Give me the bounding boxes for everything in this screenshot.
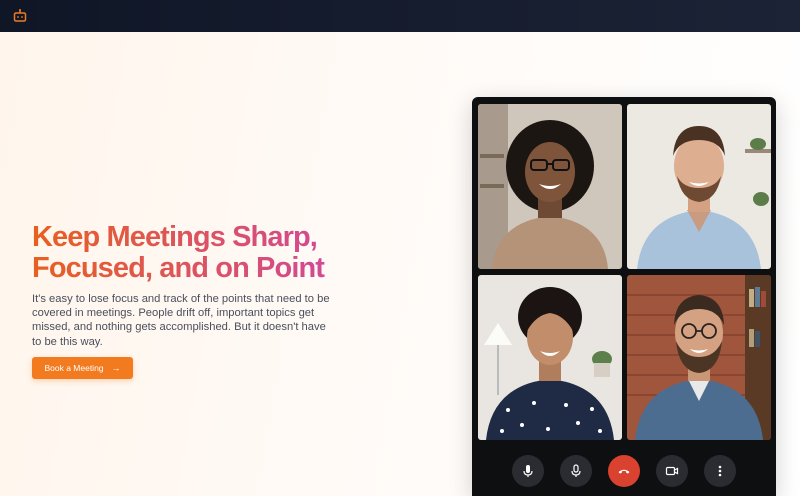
hero-headline: Keep Meetings Sharp, Focused, and on Poi… (32, 222, 342, 284)
more-options-button[interactable] (704, 455, 736, 487)
microphone-icon (523, 465, 533, 477)
top-navigation-bar (0, 0, 800, 32)
hero-description: It's easy to lose focus and track of the… (32, 293, 330, 348)
mute-button[interactable] (512, 455, 544, 487)
microphone-button[interactable] (560, 455, 592, 487)
camera-icon (665, 466, 679, 476)
hero-section: Keep Meetings Sharp, Focused, and on Poi… (32, 222, 342, 349)
call-controls (472, 455, 776, 489)
participant-video-2 (627, 104, 771, 269)
participant-video-4 (627, 275, 771, 440)
participant-video-3 (478, 275, 622, 440)
end-call-button[interactable] (608, 455, 640, 487)
robot-icon[interactable] (12, 8, 28, 24)
book-meeting-button[interactable]: Book a Meeting → (32, 357, 133, 379)
video-call-preview (472, 97, 776, 496)
participant-video-1 (478, 104, 622, 269)
book-meeting-label: Book a Meeting (44, 363, 104, 373)
arrow-right-icon: → (111, 362, 121, 373)
camera-button[interactable] (656, 455, 688, 487)
end-call-icon (618, 469, 630, 474)
microphone-icon (571, 464, 581, 477)
more-options-icon (718, 465, 722, 477)
